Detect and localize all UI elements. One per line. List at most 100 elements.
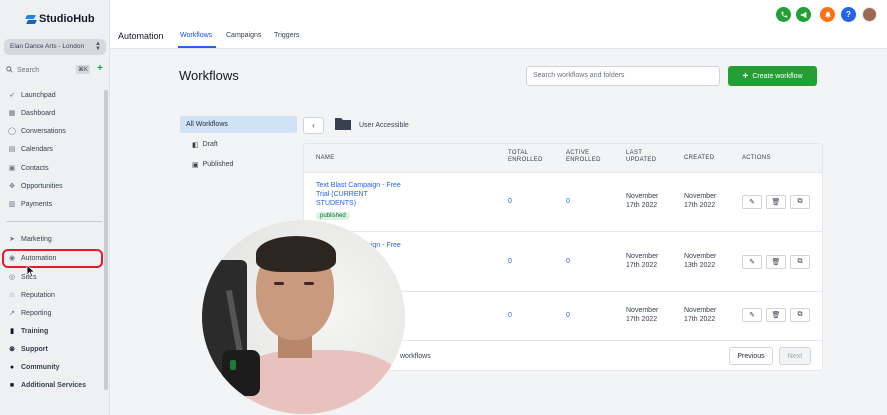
edit-icon[interactable]: ✎ <box>742 308 762 322</box>
search-icon <box>6 65 13 75</box>
page-title: Workflows <box>179 68 239 83</box>
webcam-overlay <box>202 220 405 414</box>
send-icon: ➤ <box>9 236 15 243</box>
sidebar-item-calendars[interactable]: ▤ Calendars <box>8 142 103 156</box>
opportunities-icon: ✥ <box>9 183 15 190</box>
sidebar-item-payments[interactable]: ▥ Payments <box>8 197 103 211</box>
trash-icon[interactable]: 🗑 <box>766 195 786 209</box>
plus-icon: + <box>742 70 749 82</box>
sidebar-search[interactable]: Search ⌘K + <box>6 63 106 76</box>
sidebar-item-label: Dashboard <box>21 109 56 117</box>
filter-label: All Workflows <box>186 121 228 128</box>
copy-icon[interactable]: ⧉ <box>790 308 810 322</box>
total-enrolled-value[interactable]: 0 <box>508 257 512 266</box>
sidebar-item-reporting[interactable]: ↗ Reporting <box>8 306 103 320</box>
automation-highlight <box>2 249 103 268</box>
total-enrolled-value[interactable]: 0 <box>508 311 512 320</box>
last-updated-value: November 17th 2022 <box>626 253 659 269</box>
filter-all-workflows[interactable]: All Workflows <box>180 116 297 133</box>
workflow-name-link[interactable]: Text Blast Campaign - Free Trial (CURREN… <box>316 181 406 208</box>
create-workflow-label: Create workflow <box>752 72 803 80</box>
dashboard-icon: ▦ <box>8 110 16 117</box>
tab-triggers[interactable]: Triggers <box>274 32 299 39</box>
copy-icon[interactable]: ⧉ <box>790 255 810 269</box>
tab-workflows[interactable]: Workflows <box>180 32 212 39</box>
sidebar-item-community[interactable]: ● Community <box>8 360 103 374</box>
last-updated-value: November 17th 2022 <box>626 307 659 323</box>
sidebar-item-label: Community <box>21 363 60 371</box>
bell-icon[interactable] <box>820 7 835 22</box>
sidebar-item-label: Training <box>21 327 49 335</box>
avatar[interactable] <box>862 7 877 22</box>
trash-icon[interactable]: 🗑 <box>766 308 786 322</box>
quick-add-icon[interactable]: + <box>97 63 103 74</box>
sites-icon: ◎ <box>8 274 16 281</box>
created-value: November 17th 2022 <box>684 307 717 323</box>
draft-icon: ◧ <box>192 141 199 149</box>
copy-icon[interactable]: ⧉ <box>790 195 810 209</box>
star-icon: ☆ <box>8 292 16 299</box>
next-button[interactable]: Next <box>779 347 811 365</box>
sidebar-item-conversations[interactable]: ◯ Conversations <box>8 124 103 138</box>
megaphone-icon[interactable] <box>796 7 811 22</box>
create-workflow-button[interactable]: + Create workflow <box>728 66 817 86</box>
active-enrolled-value[interactable]: 0 <box>566 311 570 320</box>
total-enrolled-value[interactable]: 0 <box>508 197 512 206</box>
workflow-search-input[interactable]: Search workflows and folders <box>526 66 720 86</box>
filter-published[interactable]: ▣ Published <box>180 156 297 173</box>
mouse-cursor-icon <box>26 264 36 278</box>
community-icon: ● <box>9 363 15 371</box>
sidebar-item-label: Reporting <box>21 309 52 317</box>
folder-icon <box>335 118 351 130</box>
chat-icon: ◯ <box>8 128 16 135</box>
sidebar-item-label: Launchpad <box>21 91 56 99</box>
microphone-image <box>222 350 260 396</box>
sidebar-item-label: Marketing <box>21 235 52 243</box>
account-name: Elan Dance Arts - London <box>10 43 85 50</box>
search-shortcut: ⌘K <box>75 65 90 74</box>
published-icon: ▣ <box>192 161 199 169</box>
account-switcher[interactable]: Elan Dance Arts - London ▲ ▼ <box>4 39 106 55</box>
sidebar-item-launchpad[interactable]: ➶ Launchpad <box>8 88 103 102</box>
trash-icon[interactable]: 🗑 <box>766 255 786 269</box>
sidebar-item-label: Additional Services <box>21 381 86 389</box>
sidebar: StudioHub Elan Dance Arts - London ▲ ▼ Se… <box>0 0 110 415</box>
sidebar-item-opportunities[interactable]: ✥ Opportunities <box>8 179 103 193</box>
sidebar-item-additional-services[interactable]: ■ Additional Services <box>8 378 103 392</box>
tab-campaigns[interactable]: Campaigns <box>226 32 261 39</box>
search-label: Search <box>17 66 40 74</box>
breadcrumb: User Accessible <box>359 122 409 129</box>
column-created: CREATED <box>684 155 715 161</box>
help-icon[interactable]: ? <box>841 7 856 22</box>
filter-draft[interactable]: ◧ Draft <box>180 136 297 153</box>
back-button[interactable]: ‹ <box>303 117 324 134</box>
previous-button[interactable]: Previous <box>729 347 773 365</box>
sidebar-item-contacts[interactable]: ▣ Contacts <box>8 161 103 175</box>
active-tab-indicator <box>178 46 216 48</box>
edit-icon[interactable]: ✎ <box>742 255 762 269</box>
rocket-icon: ➶ <box>9 92 15 99</box>
person-eye-image <box>304 282 314 285</box>
sidebar-item-sites[interactable]: ◎ Sites <box>8 270 103 284</box>
sidebar-item-dashboard[interactable]: ▦ Dashboard <box>8 106 103 120</box>
sidebar-item-marketing[interactable]: ➤ Marketing <box>8 232 103 246</box>
logo[interactable]: StudioHub <box>26 13 95 25</box>
sidebar-item-label: Payments <box>21 200 53 208</box>
phone-icon[interactable] <box>776 7 791 22</box>
sidebar-item-label: Opportunities <box>21 182 63 190</box>
created-value: November 13th 2022 <box>684 253 717 269</box>
sidebar-item-training[interactable]: ▮ Training <box>8 324 103 338</box>
column-total-enrolled: TOTAL ENROLLED <box>508 150 543 163</box>
sidebar-item-support[interactable]: ⊗ Support <box>8 342 103 356</box>
sidebar-item-label: Support <box>21 345 48 353</box>
sidebar-item-label: Contacts <box>21 164 49 172</box>
edit-icon[interactable]: ✎ <box>742 195 762 209</box>
active-enrolled-value[interactable]: 0 <box>566 257 570 266</box>
sidebar-scrollbar[interactable] <box>104 90 108 390</box>
column-name: NAME <box>316 155 335 161</box>
support-icon: ⊗ <box>9 346 15 353</box>
person-hair-image <box>256 236 336 272</box>
active-enrolled-value[interactable]: 0 <box>566 197 570 206</box>
chevron-left-icon: ‹ <box>312 121 315 130</box>
sidebar-item-reputation[interactable]: ☆ Reputation <box>8 288 103 302</box>
